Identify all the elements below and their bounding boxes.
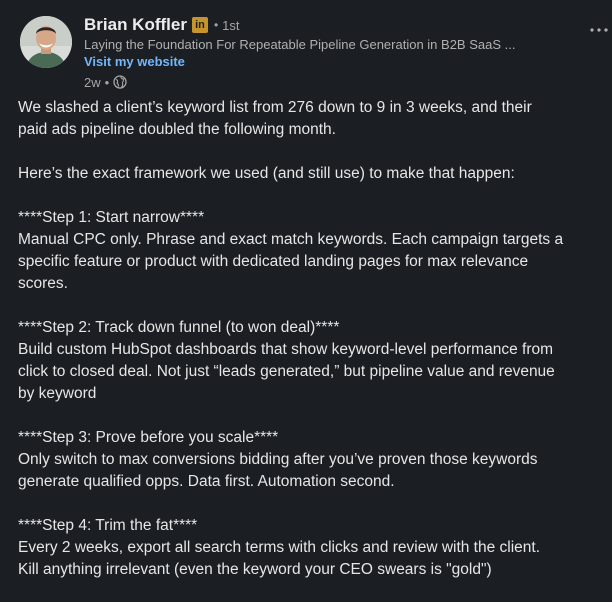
author-name-row: Brian Koffler in • 1st — [84, 14, 564, 36]
post-time[interactable]: 2w — [84, 75, 101, 90]
post-line: by keyword — [18, 385, 97, 402]
step-heading: ****Step 3: Prove before you scale**** — [18, 429, 279, 446]
post-line: click to closed deal. Not just “leads ge… — [18, 363, 555, 380]
globe-icon — [113, 75, 127, 89]
visit-website-link[interactable]: Visit my website — [84, 54, 564, 71]
badge-label: in — [195, 19, 205, 31]
more-options-button[interactable] — [588, 22, 610, 38]
post-line: Build custom HubSpot dashboards that sho… — [18, 341, 554, 358]
post-paragraph: ****Step 3: Prove before you scale**** O… — [18, 427, 598, 493]
post-paragraph: ****Step 4: Trim the fat**** Every 2 wee… — [18, 515, 598, 581]
post-line: Every 2 weeks, export all search terms w… — [18, 539, 541, 556]
step-heading: ****Step 1: Start narrow**** — [18, 209, 205, 226]
author-avatar[interactable] — [20, 16, 72, 68]
post-line: Only switch to max conversions bidding a… — [18, 451, 538, 468]
post-line: scores. — [18, 275, 68, 292]
connection-degree: 1st — [222, 17, 240, 33]
post-line: We slashed a client’s keyword list from … — [18, 99, 532, 116]
more-options-icon — [590, 28, 608, 32]
post-line: paid ads pipeline doubled the following … — [18, 121, 336, 138]
post-body: We slashed a client’s keyword list from … — [18, 97, 598, 581]
post-paragraph: Here’s the exact framework we used (and … — [18, 163, 598, 185]
post-line: generate qualified opps. Data first. Aut… — [18, 473, 395, 490]
post-paragraph: ****Step 2: Track down funnel (to won de… — [18, 317, 598, 405]
post-line: Kill anything irrelevant (even the keywo… — [18, 561, 492, 578]
step-heading: ****Step 2: Track down funnel (to won de… — [18, 319, 340, 336]
author-info: Brian Koffler in • 1st Laying the Founda… — [84, 14, 564, 91]
post-line: specific feature or product with dedicat… — [18, 253, 529, 270]
avatar-image — [20, 16, 72, 68]
meta-separator: • — [104, 74, 110, 90]
post-header: Brian Koffler in • 1st Laying the Founda… — [20, 14, 608, 91]
post-line: Here’s the exact framework we used (and … — [18, 165, 515, 182]
post-card: Brian Koffler in • 1st Laying the Founda… — [0, 0, 612, 602]
author-headline[interactable]: Laying the Foundation For Repeatable Pip… — [84, 37, 564, 54]
author-name[interactable]: Brian Koffler — [84, 15, 187, 35]
post-paragraph: ****Step 1: Start narrow**** Manual CPC … — [18, 207, 598, 295]
post-meta: 2w • — [84, 73, 564, 91]
linkedin-premium-badge-icon: in — [191, 17, 208, 33]
post-paragraph: We slashed a client’s keyword list from … — [18, 97, 598, 141]
step-heading: ****Step 4: Trim the fat**** — [18, 517, 198, 534]
post-line: Manual CPC only. Phrase and exact match … — [18, 231, 564, 248]
connection-separator: • — [213, 18, 219, 32]
